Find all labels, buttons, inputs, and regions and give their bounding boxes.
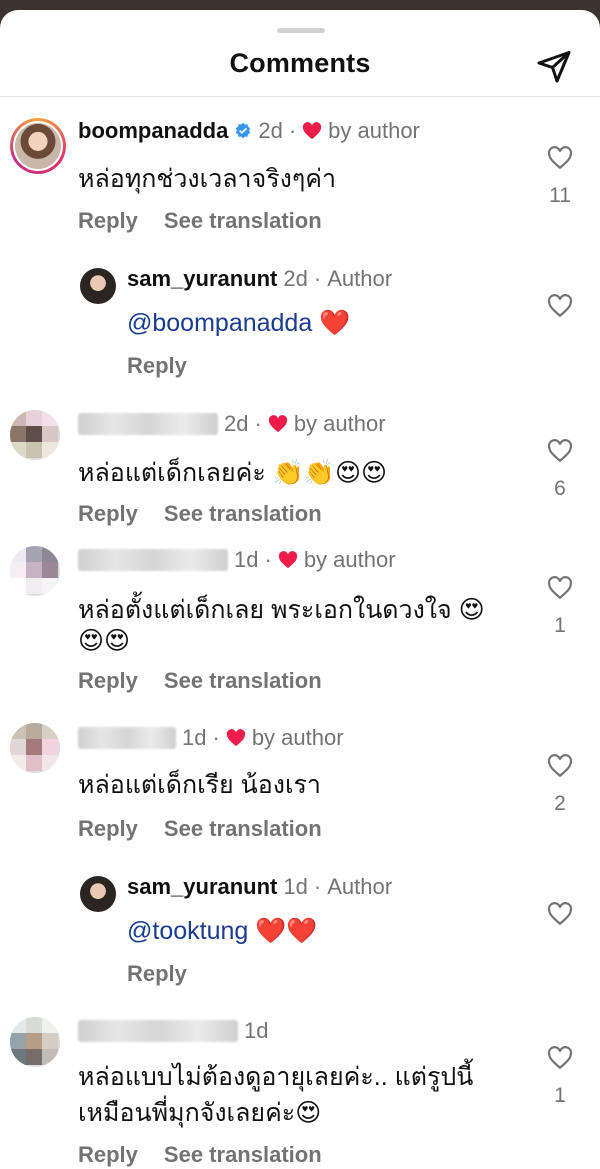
liked-by-author-label: by author — [251, 725, 344, 750]
comment-text-line2: เหมือนพี่มุกจังเลยค่ะ — [78, 1099, 296, 1127]
comment-emoji: ❤️❤️ — [255, 916, 318, 945]
avatar[interactable] — [10, 118, 66, 174]
like-count: 1 — [554, 614, 566, 637]
reply-button[interactable]: Reply — [78, 668, 138, 694]
liked-by-author-heart-icon — [278, 551, 297, 569]
comment-username[interactable]: sam_yuranunt — [127, 266, 277, 292]
comment-text: หล่อตั้งแต่เด็กเลย พระเอกในดวงใจ — [78, 596, 452, 624]
verified-badge-icon — [236, 122, 251, 139]
comment-emoji: 😍 — [295, 1098, 322, 1127]
heart-outline-icon — [548, 902, 572, 926]
comment-emoji: 👏👏😍😍 — [272, 458, 388, 487]
like-button[interactable] — [546, 754, 574, 783]
header-divider — [0, 96, 600, 97]
reply-button[interactable]: Reply — [78, 1142, 138, 1168]
reply-button[interactable]: Reply — [78, 816, 138, 842]
blurred-username[interactable] — [78, 727, 176, 749]
avatar[interactable] — [80, 876, 116, 912]
heart-outline-icon — [548, 1046, 572, 1070]
avatar[interactable] — [10, 723, 60, 773]
see-translation-button[interactable]: See translation — [164, 501, 322, 527]
see-translation-button[interactable]: See translation — [164, 816, 322, 842]
blurred-username[interactable] — [78, 413, 218, 435]
comment-time: 2d — [258, 118, 283, 143]
comment-text: หล่อแบบไม่ต้องดูอายุเลยค่ะ.. แต่รูปนี้ — [78, 1063, 474, 1091]
like-count: 11 — [549, 184, 571, 207]
like-button[interactable] — [546, 902, 574, 931]
liked-by-author-label: by author — [328, 118, 420, 143]
mention-link[interactable]: @boompanadda — [127, 309, 312, 337]
see-translation-button[interactable]: See translation — [164, 668, 322, 694]
liked-by-author-label: by author — [303, 547, 396, 572]
like-count: 1 — [554, 1084, 566, 1107]
comment-time: 2d — [283, 266, 308, 291]
author-badge: Author — [327, 874, 393, 899]
avatar[interactable] — [10, 1017, 60, 1067]
like-button[interactable] — [546, 146, 574, 175]
avatar[interactable] — [10, 410, 60, 460]
see-translation-button[interactable]: See translation — [164, 1142, 322, 1168]
comment-time: 2d — [224, 411, 249, 436]
heart-outline-icon — [548, 146, 572, 170]
heart-outline-icon — [548, 439, 572, 463]
like-count: 6 — [554, 477, 566, 500]
like-button[interactable] — [546, 294, 574, 323]
page-title: Comments — [229, 48, 371, 78]
reply-button[interactable]: Reply — [78, 501, 138, 527]
comment-emoji: ❤️ — [319, 308, 351, 337]
comment-text: หล่อแต่เด็กเลยค่ะ — [78, 459, 266, 487]
avatar[interactable] — [80, 268, 116, 304]
comment-time: 1d — [283, 874, 308, 899]
send-icon[interactable] — [536, 48, 572, 84]
comments-sheet: Comments boompanadda 2d · by author หล่อ… — [0, 10, 600, 1169]
reply-button[interactable]: Reply — [127, 961, 187, 987]
comment-time: 1d — [182, 725, 207, 750]
like-count: 2 — [554, 792, 566, 815]
heart-outline-icon — [548, 754, 572, 778]
heart-outline-icon — [548, 294, 572, 318]
like-button[interactable] — [546, 439, 574, 468]
sheet-grabber[interactable] — [277, 28, 325, 33]
reply-button[interactable]: Reply — [78, 208, 138, 234]
like-button[interactable] — [546, 576, 574, 605]
liked-by-author-label: by author — [293, 411, 386, 436]
heart-outline-icon — [548, 576, 572, 600]
liked-by-author-heart-icon — [303, 122, 322, 140]
comment-text-line2: 😍😍 — [78, 626, 131, 655]
mention-link[interactable]: @tooktung — [127, 917, 248, 945]
author-badge: Author — [327, 266, 393, 291]
comment-username[interactable]: sam_yuranunt — [127, 874, 277, 900]
comment-text: หล่อทุกช่วงเวลาจริงๆค่า — [78, 165, 337, 193]
comment-emoji: 😍 — [458, 595, 485, 624]
like-button[interactable] — [546, 1046, 574, 1075]
blurred-username[interactable] — [78, 1020, 238, 1042]
comment-time: 1d — [234, 547, 259, 572]
avatar[interactable] — [10, 546, 60, 596]
comment-text: หล่อแต่เด็กเรีย น้องเรา — [78, 771, 321, 799]
comment-username[interactable]: boompanadda — [78, 118, 228, 144]
blurred-username[interactable] — [78, 549, 228, 571]
liked-by-author-heart-icon — [268, 415, 287, 433]
reply-button[interactable]: Reply — [127, 353, 187, 379]
see-translation-button[interactable]: See translation — [164, 208, 322, 234]
liked-by-author-heart-icon — [226, 729, 245, 747]
comment-time: 1d — [244, 1018, 269, 1043]
